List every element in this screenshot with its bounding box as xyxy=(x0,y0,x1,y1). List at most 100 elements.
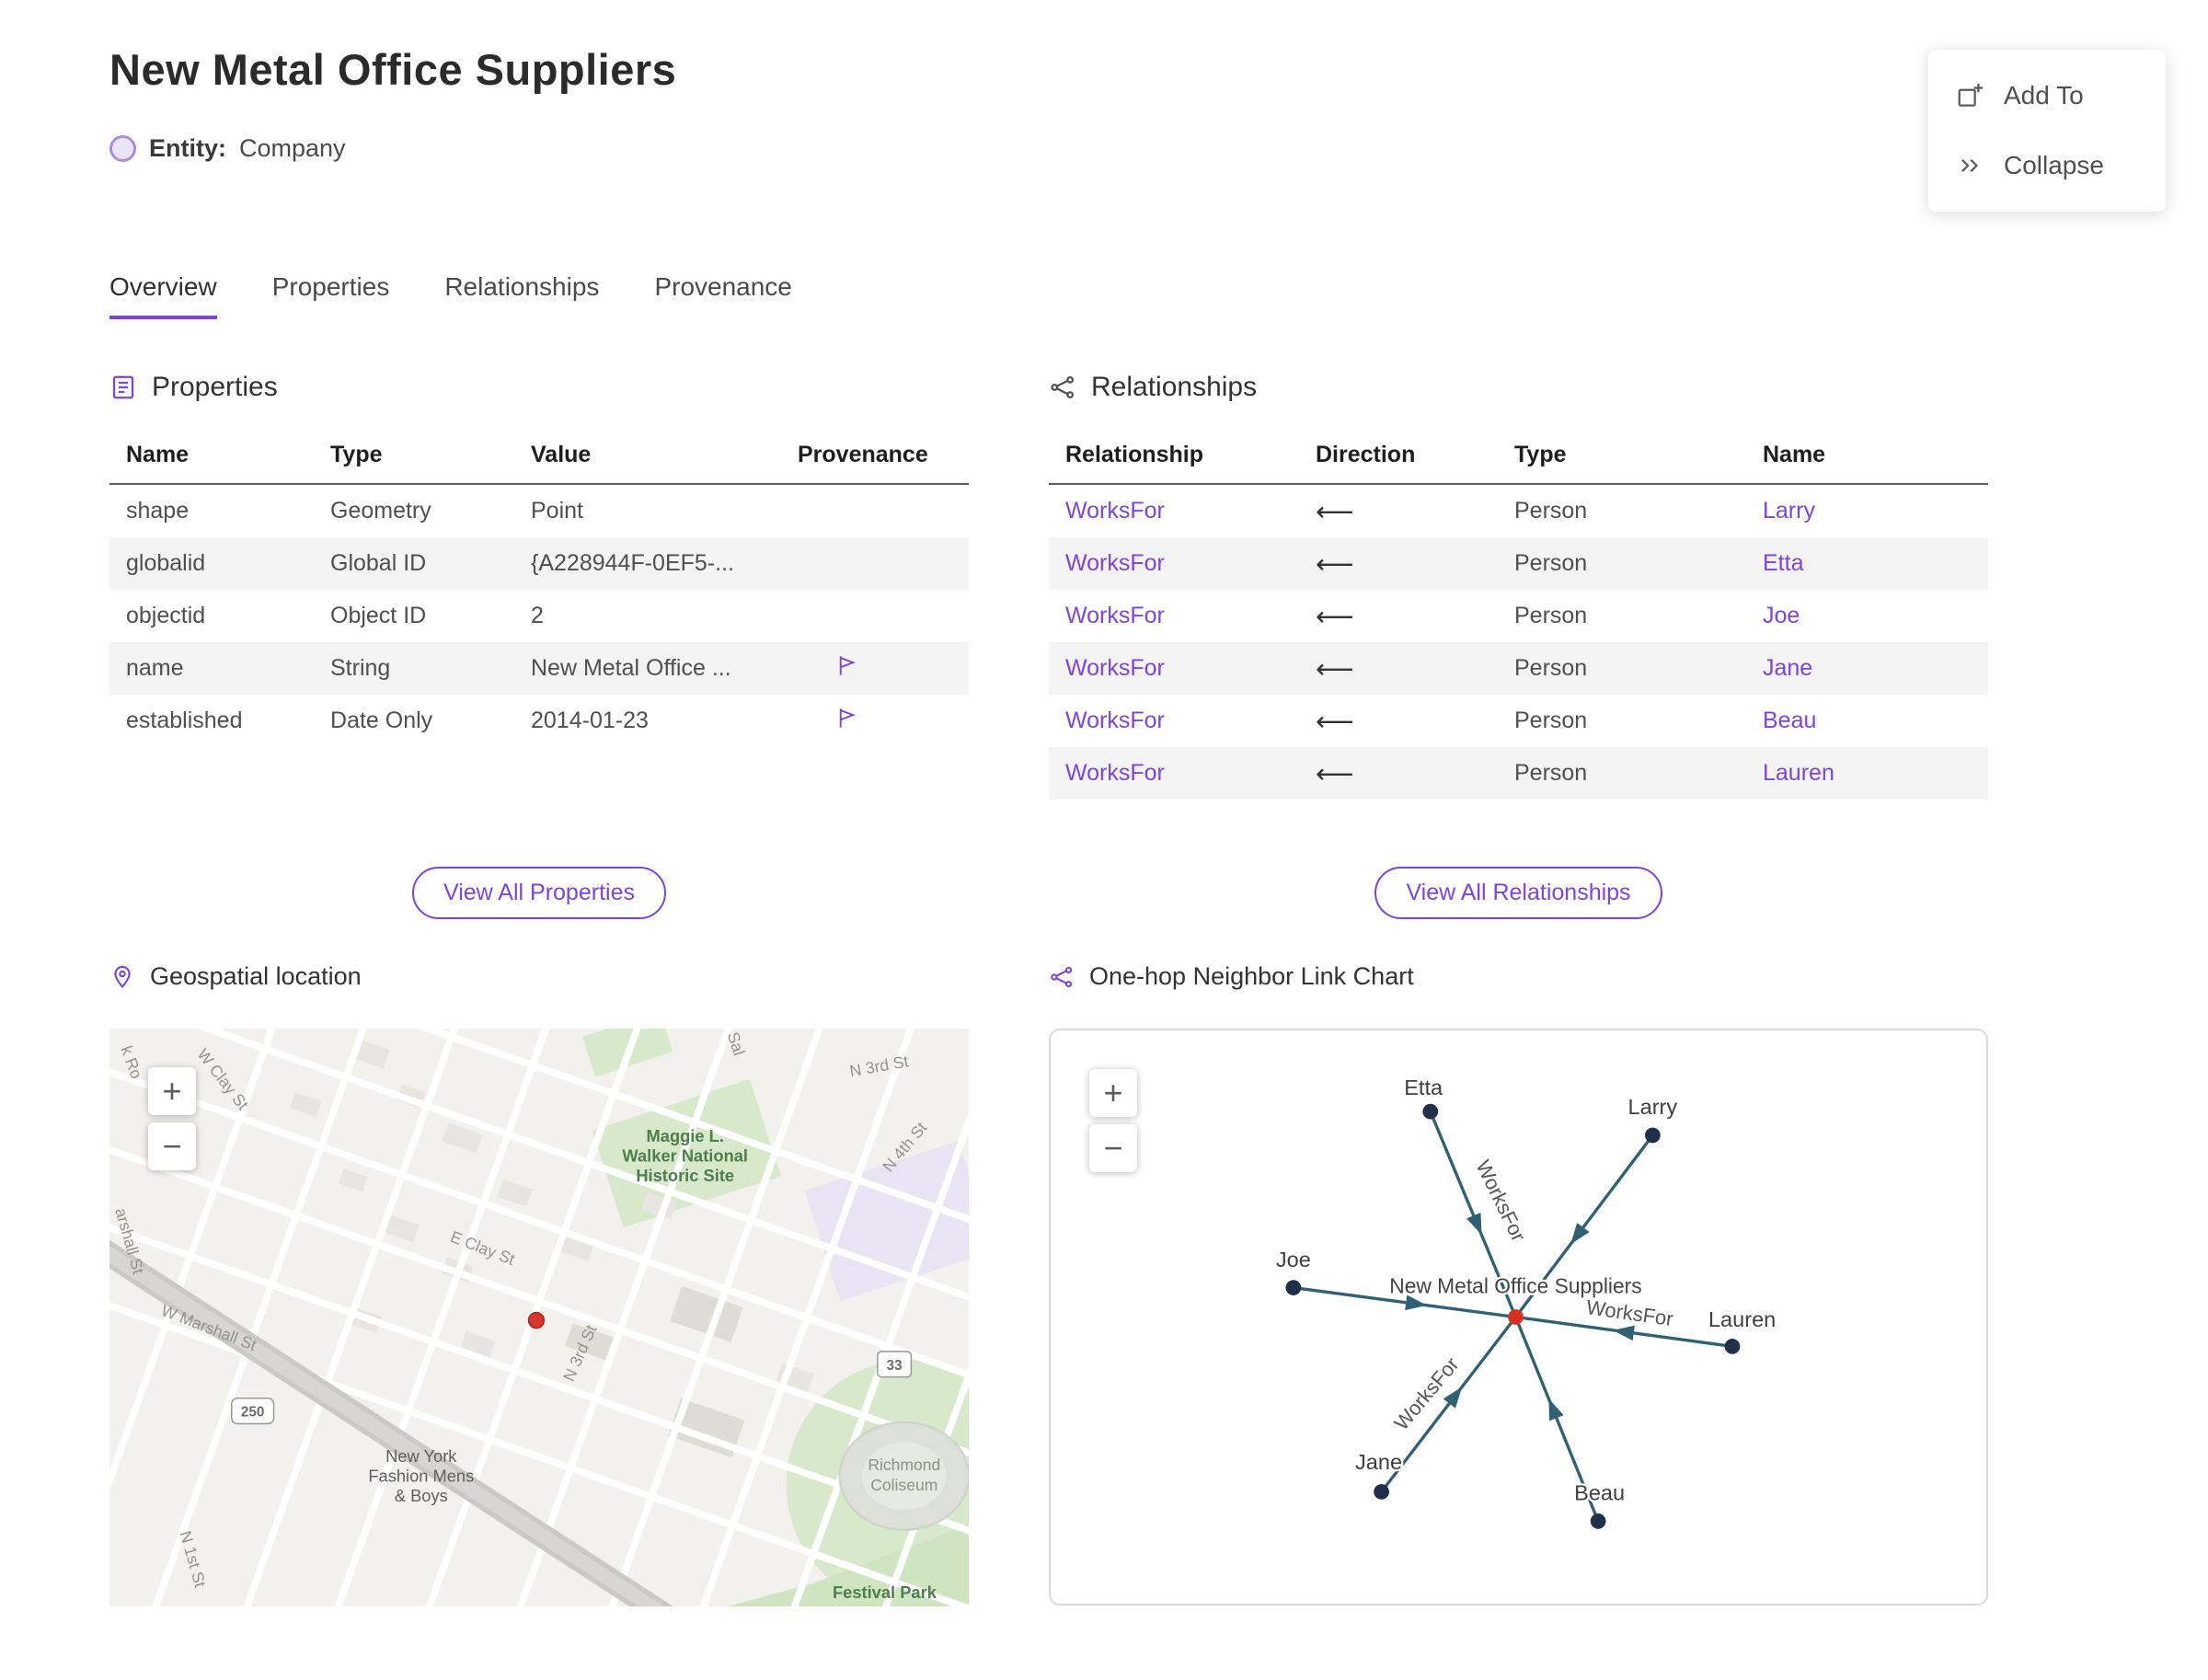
collapse-button[interactable]: Collapse xyxy=(1928,131,2166,201)
tab-relationships[interactable]: Relationships xyxy=(444,272,599,319)
svg-text:Historic Site: Historic Site xyxy=(636,1166,734,1185)
chart-zoom-out-button[interactable]: − xyxy=(1089,1124,1137,1172)
property-row: shape Geometry Point xyxy=(126,498,583,524)
node-larry[interactable] xyxy=(1645,1127,1661,1144)
route-shield-33: 33 xyxy=(877,1351,913,1378)
edge-label-worksfor: WorksFor xyxy=(1585,1295,1675,1330)
direction-arrow: ⟵ xyxy=(1316,652,1354,685)
provenance-flag-icon[interactable] xyxy=(834,706,859,731)
linkchart-section-title: One-hop Neighbor Link Chart xyxy=(1089,962,1414,990)
relationship-row: WorksFor ⟵ Person Jane xyxy=(1049,642,1988,695)
geospatial-section-title: Geospatial location xyxy=(150,962,362,990)
map-label-richmond-coliseum: Richmond Coliseum xyxy=(868,1456,940,1494)
add-to-button[interactable]: Add To xyxy=(1928,61,2166,131)
svg-text:Maggie L.: Maggie L. xyxy=(647,1126,724,1145)
relationship-row: WorksFor ⟵ Person Lauren xyxy=(1049,747,1988,800)
properties-table: Name Type Value Provenance shape Geometr… xyxy=(109,429,969,747)
chart-zoom-in-button[interactable]: + xyxy=(1089,1069,1137,1117)
link-chart-canvas[interactable]: WorksFor WorksFor WorksFor Etta Larry Jo… xyxy=(1051,1030,1986,1604)
property-row: objectid Object ID 2 xyxy=(126,603,544,628)
node-lauren[interactable] xyxy=(1724,1339,1741,1354)
col-header-name: Name xyxy=(109,429,314,485)
svg-text:New York: New York xyxy=(385,1446,457,1466)
node-label-jane: Jane xyxy=(1355,1450,1402,1474)
node-center[interactable] xyxy=(1508,1309,1524,1325)
col-header-relationship: Relationship xyxy=(1049,429,1299,485)
add-to-label: Add To xyxy=(2004,81,2084,109)
svg-text:Walker National: Walker National xyxy=(622,1146,748,1166)
provenance-flag-icon[interactable] xyxy=(834,653,859,678)
relationship-link[interactable]: WorksFor xyxy=(1049,484,1299,537)
relationships-section-header: Relationships xyxy=(1049,372,1988,403)
relationship-link[interactable]: WorksFor xyxy=(1049,537,1299,590)
relationships-section: Relationships Relationship Direction Typ… xyxy=(1049,372,1988,800)
view-all-properties-button[interactable]: View All Properties xyxy=(412,867,666,919)
col-header-name: Name xyxy=(1746,429,1988,485)
node-label-center: New Metal Office Suppliers xyxy=(1389,1274,1641,1298)
view-all-relationships-button[interactable]: View All Relationships xyxy=(1374,867,1662,919)
collapse-label: Collapse xyxy=(2004,151,2104,179)
location-marker[interactable] xyxy=(527,1311,546,1329)
collapse-icon xyxy=(1961,158,1979,173)
floating-action-panel: Add To Collapse xyxy=(1928,50,2166,212)
entity-link[interactable]: Beau xyxy=(1746,695,1988,747)
relationship-row: WorksFor ⟵ Person Joe xyxy=(1049,590,1988,642)
direction-arrow: ⟵ xyxy=(1316,495,1354,527)
svg-text:Richmond: Richmond xyxy=(868,1456,940,1474)
entity-link[interactable]: Jane xyxy=(1746,642,1988,695)
tab-overview[interactable]: Overview xyxy=(109,272,217,319)
node-jane[interactable] xyxy=(1374,1484,1389,1500)
map-label-festival-park: Festival Park xyxy=(833,1582,937,1602)
properties-icon xyxy=(112,375,134,399)
properties-section: Properties Name Type Value Provenance sh… xyxy=(109,372,969,747)
tab-provenance[interactable]: Provenance xyxy=(654,272,791,319)
entity-link[interactable]: Joe xyxy=(1746,590,1988,642)
relationship-link[interactable]: WorksFor xyxy=(1049,590,1299,642)
node-etta[interactable] xyxy=(1422,1103,1439,1120)
relationship-row: WorksFor ⟵ Person Larry xyxy=(1049,484,1988,537)
link-chart-icon xyxy=(1051,966,1073,987)
entity-link[interactable]: Larry xyxy=(1746,484,1988,537)
relationship-link[interactable]: WorksFor xyxy=(1049,695,1299,747)
property-row: established Date Only 2014-01-23 xyxy=(109,695,969,747)
node-label-lauren: Lauren xyxy=(1708,1307,1776,1331)
relationships-section-title: Relationships xyxy=(1091,372,1258,402)
svg-text:250: 250 xyxy=(241,1405,264,1421)
geospatial-section-header: Geospatial location xyxy=(109,962,362,991)
relationships-icon xyxy=(1051,375,1074,398)
col-header-direction: Direction xyxy=(1299,429,1498,485)
node-beau[interactable] xyxy=(1590,1513,1606,1529)
map-zoom-control: + − xyxy=(148,1067,196,1170)
entity-detail-page: New Metal Office Suppliers Entity: Compa… xyxy=(0,0,2208,1680)
entity-link[interactable]: Lauren xyxy=(1746,747,1988,800)
entity-link[interactable]: Etta xyxy=(1746,537,1988,590)
col-header-provenance: Provenance xyxy=(781,429,969,485)
map-panel: + − 250 33 k Ro W Clay St Sal N 3rd St N… xyxy=(109,1029,969,1606)
relationship-link[interactable]: WorksFor xyxy=(1049,642,1299,695)
node-label-larry: Larry xyxy=(1628,1095,1678,1119)
direction-arrow: ⟵ xyxy=(1316,547,1354,580)
node-label-beau: Beau xyxy=(1574,1481,1625,1505)
map-zoom-out-button[interactable]: − xyxy=(148,1122,196,1170)
direction-arrow: ⟵ xyxy=(1316,757,1354,789)
map-zoom-in-button[interactable]: + xyxy=(148,1067,196,1115)
col-header-type: Type xyxy=(1498,429,1746,485)
relationships-table: Relationship Direction Type Name WorksFo… xyxy=(1049,429,1988,800)
page-title: New Metal Office Suppliers xyxy=(109,45,677,94)
entity-label: Entity: xyxy=(149,134,226,162)
col-header-type: Type xyxy=(314,429,514,485)
relationship-link[interactable]: WorksFor xyxy=(1049,747,1299,800)
relationship-row: WorksFor ⟵ Person Beau xyxy=(1049,695,1988,747)
map-canvas[interactable]: 250 33 k Ro W Clay St Sal N 3rd St N 4th… xyxy=(109,1029,969,1606)
svg-text:& Boys: & Boys xyxy=(395,1486,448,1505)
direction-arrow: ⟵ xyxy=(1316,705,1354,737)
entity-type-row: Entity: Company xyxy=(109,134,346,163)
entity-type-value: Company xyxy=(239,134,346,162)
col-header-value: Value xyxy=(514,429,781,485)
relationships-header-row: Relationship Direction Type Name xyxy=(1049,429,1988,485)
node-label-joe: Joe xyxy=(1276,1248,1311,1272)
node-joe[interactable] xyxy=(1285,1280,1302,1295)
chart-zoom-control: + − xyxy=(1089,1069,1137,1172)
svg-text:Fashion Mens: Fashion Mens xyxy=(368,1466,474,1485)
tab-properties[interactable]: Properties xyxy=(272,272,390,319)
